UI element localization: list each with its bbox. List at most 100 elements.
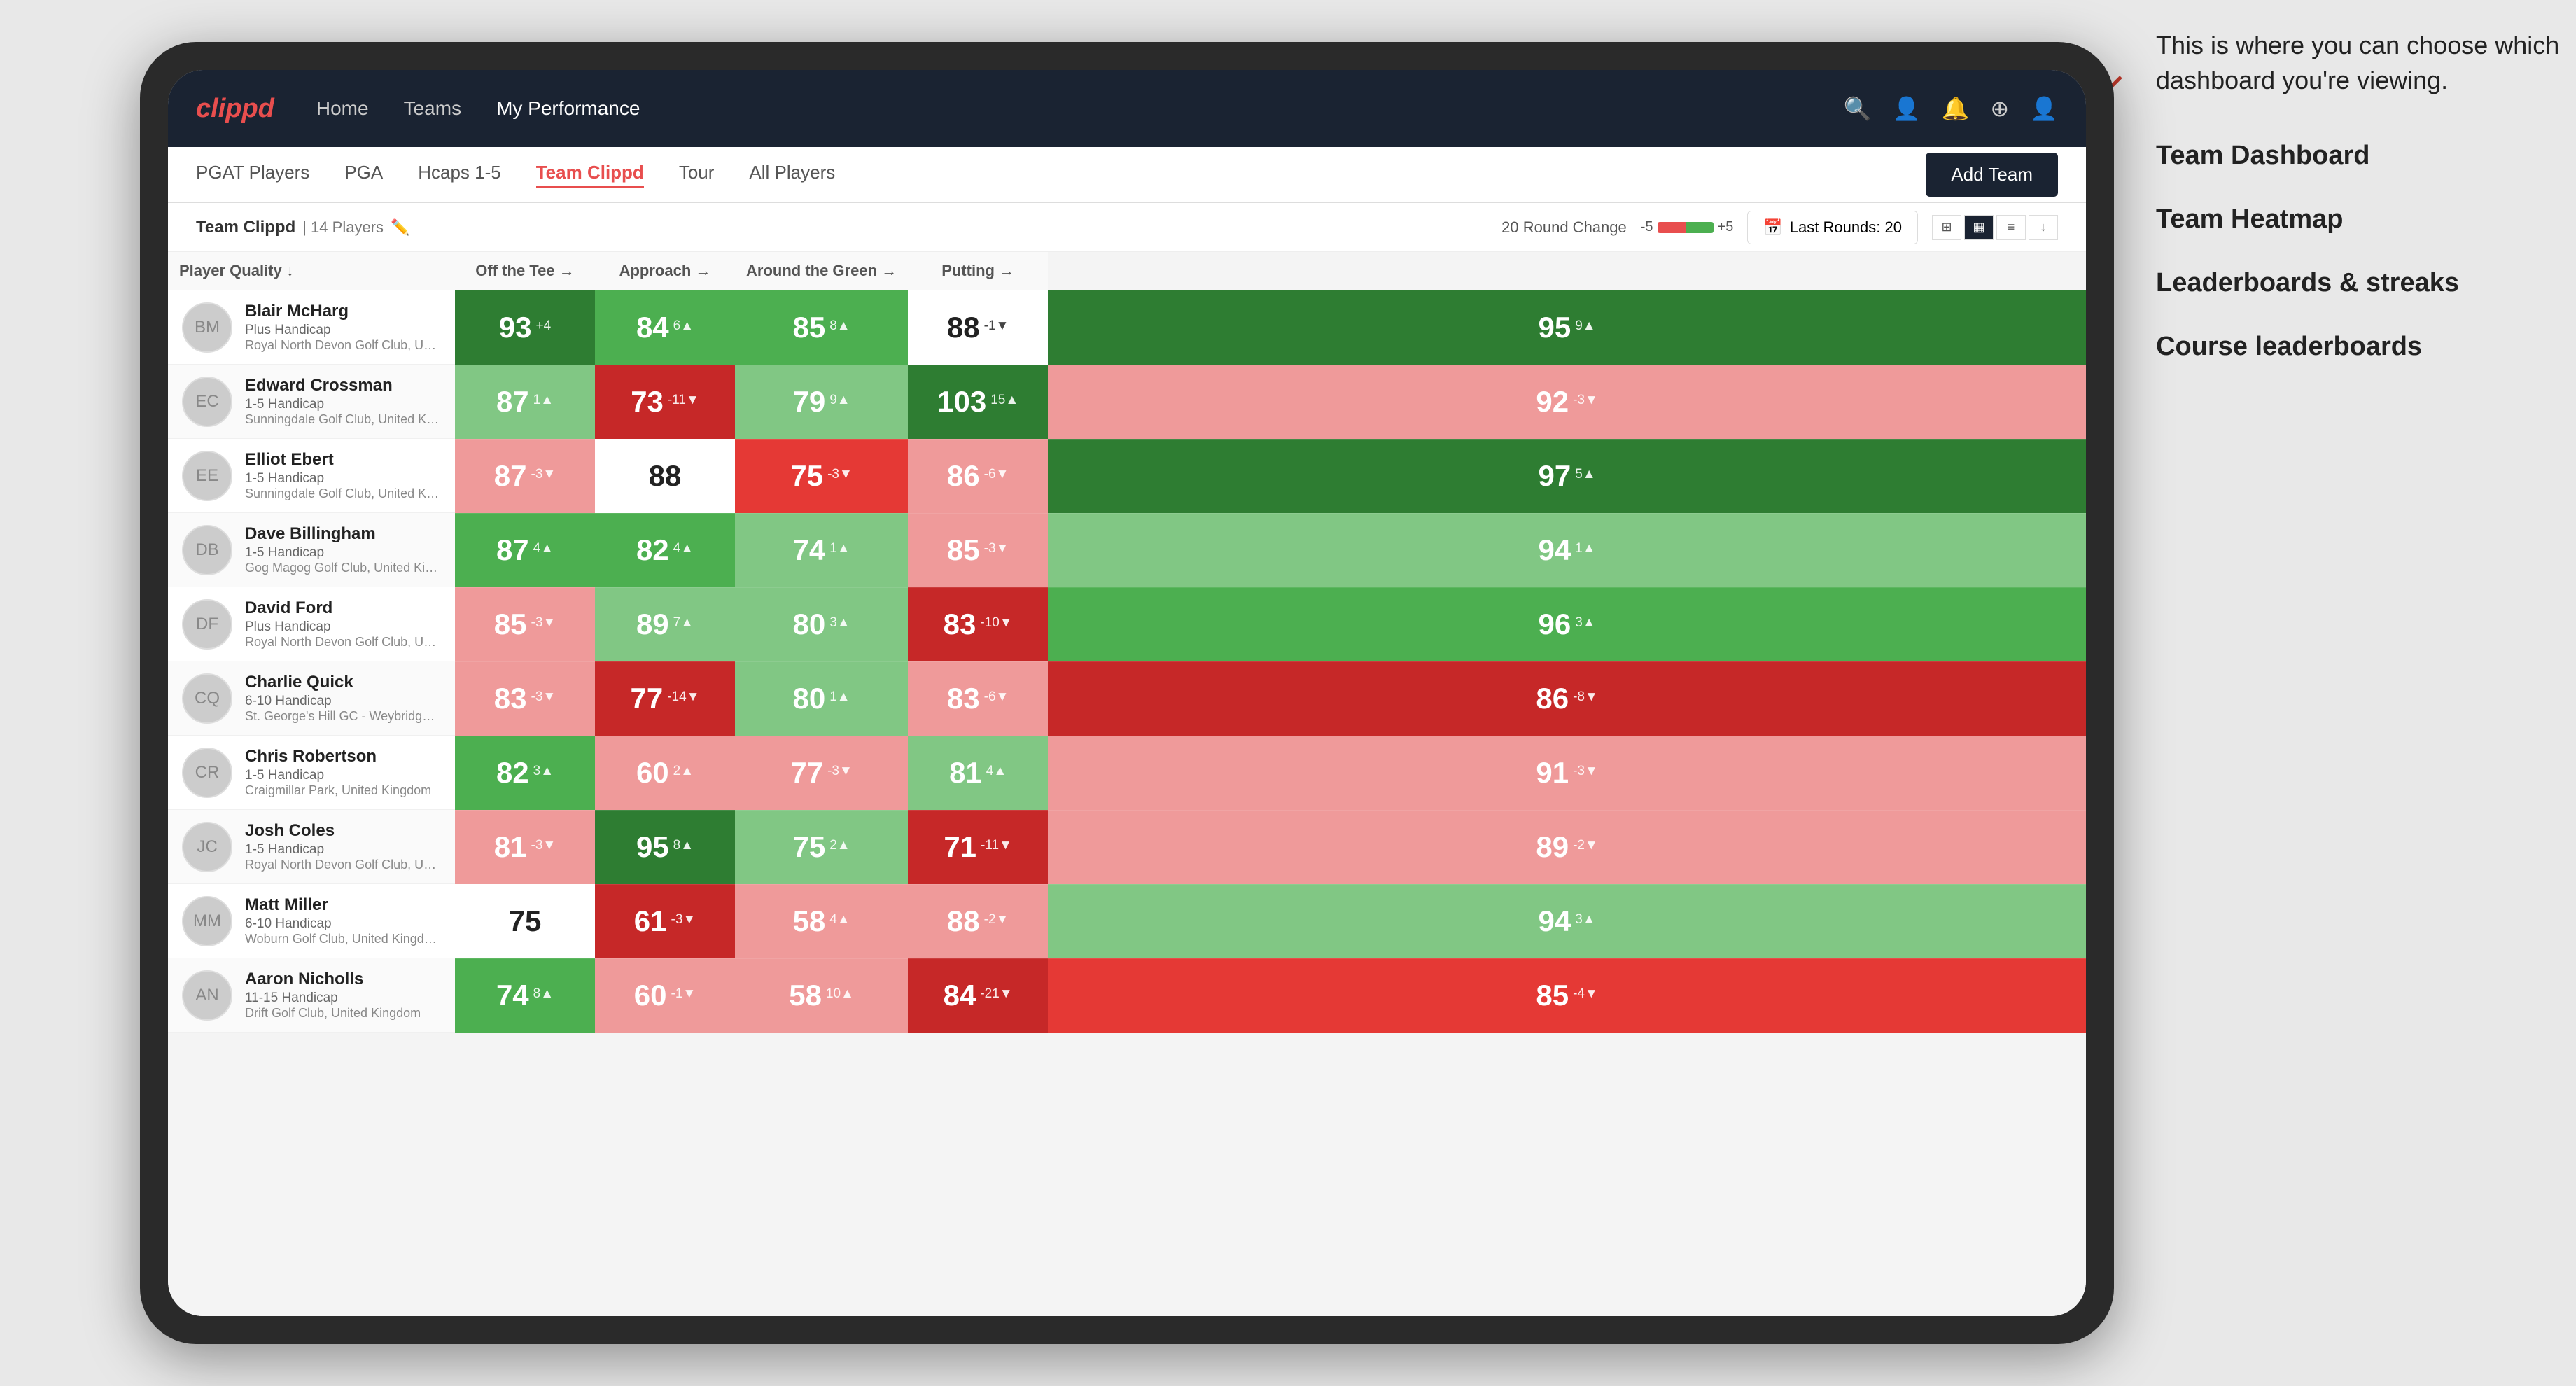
stat-inner: 88 -2▼	[908, 885, 1048, 958]
stat-inner: 75	[455, 885, 595, 958]
team-header-right: 20 Round Change -5 +5 📅 Last Rounds: 20 …	[1502, 211, 2058, 244]
view-grid-small-button[interactable]: ⊞	[1932, 215, 1961, 240]
calendar-icon: 📅	[1763, 218, 1782, 237]
stat-cell-quality: 74 8▲	[455, 958, 595, 1032]
player-name: Matt Miller	[245, 895, 441, 915]
view-download-button[interactable]: ↓	[2029, 215, 2058, 240]
stat-inner: 77 -3▼	[735, 736, 908, 809]
table-row: DF David Ford Plus Handicap Royal North …	[168, 587, 2086, 662]
player-cell[interactable]: CR Chris Robertson 1-5 Handicap Craigmil…	[168, 736, 455, 810]
view-grid-large-button[interactable]: ▦	[1964, 215, 1994, 240]
stat-cell-quality: 87 -3▼	[455, 439, 595, 513]
search-icon[interactable]: 🔍	[1844, 95, 1872, 122]
stat-change: 4▲	[673, 541, 694, 559]
bell-icon[interactable]: 🔔	[1942, 95, 1970, 122]
player-cell[interactable]: DF David Ford Plus Handicap Royal North …	[168, 587, 455, 662]
stat-change: -21▼	[980, 986, 1012, 1004]
stat-cell-approach: 80 3▲	[735, 587, 908, 662]
stat-cell-offTee: 77 -14▼	[595, 662, 735, 736]
stat-change: -3▼	[531, 690, 556, 708]
stat-value: 85	[947, 533, 980, 567]
stat-change: 1▲	[830, 690, 850, 708]
player-cell[interactable]: AN Aaron Nicholls 11-15 Handicap Drift G…	[168, 958, 455, 1032]
stat-inner: 86 -6▼	[908, 440, 1048, 512]
stat-change: 15▲	[990, 393, 1018, 411]
player-cell[interactable]: JC Josh Coles 1-5 Handicap Royal North D…	[168, 810, 455, 884]
player-info: Dave Billingham 1-5 Handicap Gog Magog G…	[245, 524, 441, 575]
stat-inner: 97 5▲	[1048, 440, 2086, 512]
stat-value: 74	[793, 533, 826, 567]
stat-change: -3▼	[531, 838, 556, 856]
stat-cell-aroundGreen: 83 -6▼	[908, 662, 1048, 736]
player-cell[interactable]: DB Dave Billingham 1-5 Handicap Gog Mago…	[168, 513, 455, 587]
subnav-tour[interactable]: Tour	[679, 162, 715, 188]
player-info: Charlie Quick 6-10 Handicap St. George's…	[245, 673, 441, 724]
player-cell[interactable]: CQ Charlie Quick 6-10 Handicap St. Georg…	[168, 662, 455, 736]
add-team-button[interactable]: Add Team	[1926, 153, 2058, 197]
col-putting: Putting →	[908, 252, 1048, 290]
stat-change: -3▼	[827, 764, 853, 782]
stat-cell-approach: 85 8▲	[735, 290, 908, 365]
player-cell[interactable]: MM Matt Miller 6-10 Handicap Woburn Golf…	[168, 884, 455, 958]
stat-change: -6▼	[984, 690, 1009, 708]
annotation-team-dashboard: Team Dashboard	[2156, 141, 2562, 171]
nav-my-performance[interactable]: My Performance	[496, 97, 640, 120]
person-icon[interactable]: 👤	[1893, 95, 1921, 122]
avatar: BM	[182, 302, 232, 353]
stat-value: 83	[494, 682, 527, 715]
player-cell[interactable]: EE Elliot Ebert 1-5 Handicap Sunningdale…	[168, 439, 455, 513]
stat-inner: 74 1▲	[735, 514, 908, 587]
stat-change: 9▲	[1575, 318, 1595, 337]
stat-value: 60	[634, 979, 667, 1012]
annotation-course-leaderboards: Course leaderboards	[2156, 332, 2562, 362]
stat-value: 80	[793, 682, 826, 715]
stat-value: 87	[496, 385, 529, 419]
stat-inner: 94 1▲	[1048, 514, 2086, 587]
stat-cell-aroundGreen: 81 4▲	[908, 736, 1048, 810]
last-rounds-button[interactable]: 📅 Last Rounds: 20	[1747, 211, 1918, 244]
subnav-pga[interactable]: PGA	[344, 162, 383, 188]
subnav-pgat-players[interactable]: PGAT Players	[196, 162, 309, 188]
stat-inner: 81 4▲	[908, 736, 1048, 809]
player-info: Aaron Nicholls 11-15 Handicap Drift Golf…	[245, 969, 441, 1021]
player-cell[interactable]: BM Blair McHarg Plus Handicap Royal Nort…	[168, 290, 455, 365]
subnav-all-players[interactable]: All Players	[749, 162, 835, 188]
player-cell[interactable]: EC Edward Crossman 1-5 Handicap Sunningd…	[168, 365, 455, 439]
stat-change: 3▲	[830, 615, 850, 634]
stat-inner: 71 -11▼	[908, 811, 1048, 883]
stat-inner: 86 -8▼	[1048, 662, 2086, 735]
stat-value: 89	[1536, 830, 1569, 864]
player-club: Woburn Golf Club, United Kingdom	[245, 932, 441, 946]
stat-value: 88	[947, 311, 980, 344]
stat-inner: 85 -3▼	[455, 588, 595, 661]
stat-change: 8▲	[673, 838, 694, 856]
stat-inner: 95 9▲	[1048, 291, 2086, 364]
stat-value: 71	[944, 830, 976, 864]
annotation-callout: This is where you can choose which dashb…	[2156, 28, 2562, 99]
stat-change: 8▲	[830, 318, 850, 337]
player-handicap: Plus Handicap	[245, 323, 441, 338]
stat-cell-quality: 82 3▲	[455, 736, 595, 810]
view-heatmap-button[interactable]: ≡	[1996, 215, 2026, 240]
stat-inner: 75 2▲	[735, 811, 908, 883]
subnav-hcaps[interactable]: Hcaps 1-5	[418, 162, 501, 188]
stat-inner: 96 3▲	[1048, 588, 2086, 661]
player-name: Dave Billingham	[245, 524, 441, 544]
navbar: clippd Home Teams My Performance 🔍 👤 🔔 ⊕…	[168, 70, 2086, 147]
stat-change: -1▼	[984, 318, 1009, 337]
stat-value: 92	[1536, 385, 1569, 419]
stat-value: 95	[1539, 311, 1572, 344]
nav-teams[interactable]: Teams	[404, 97, 461, 120]
stat-cell-putting: 96 3▲	[1048, 587, 2086, 662]
edit-team-icon[interactable]: ✏️	[391, 218, 410, 237]
stat-change: -3▼	[827, 467, 853, 485]
user-avatar-icon[interactable]: 👤	[2030, 95, 2058, 122]
stat-inner: 83 -6▼	[908, 662, 1048, 735]
stat-cell-approach: 79 9▲	[735, 365, 908, 439]
player-handicap: 1-5 Handicap	[245, 768, 441, 783]
subnav-team-clippd[interactable]: Team Clippd	[536, 162, 644, 188]
stat-cell-putting: 85 -4▼	[1048, 958, 2086, 1032]
stat-value: 91	[1536, 756, 1569, 790]
settings-icon[interactable]: ⊕	[1990, 95, 2009, 122]
nav-home[interactable]: Home	[316, 97, 369, 120]
